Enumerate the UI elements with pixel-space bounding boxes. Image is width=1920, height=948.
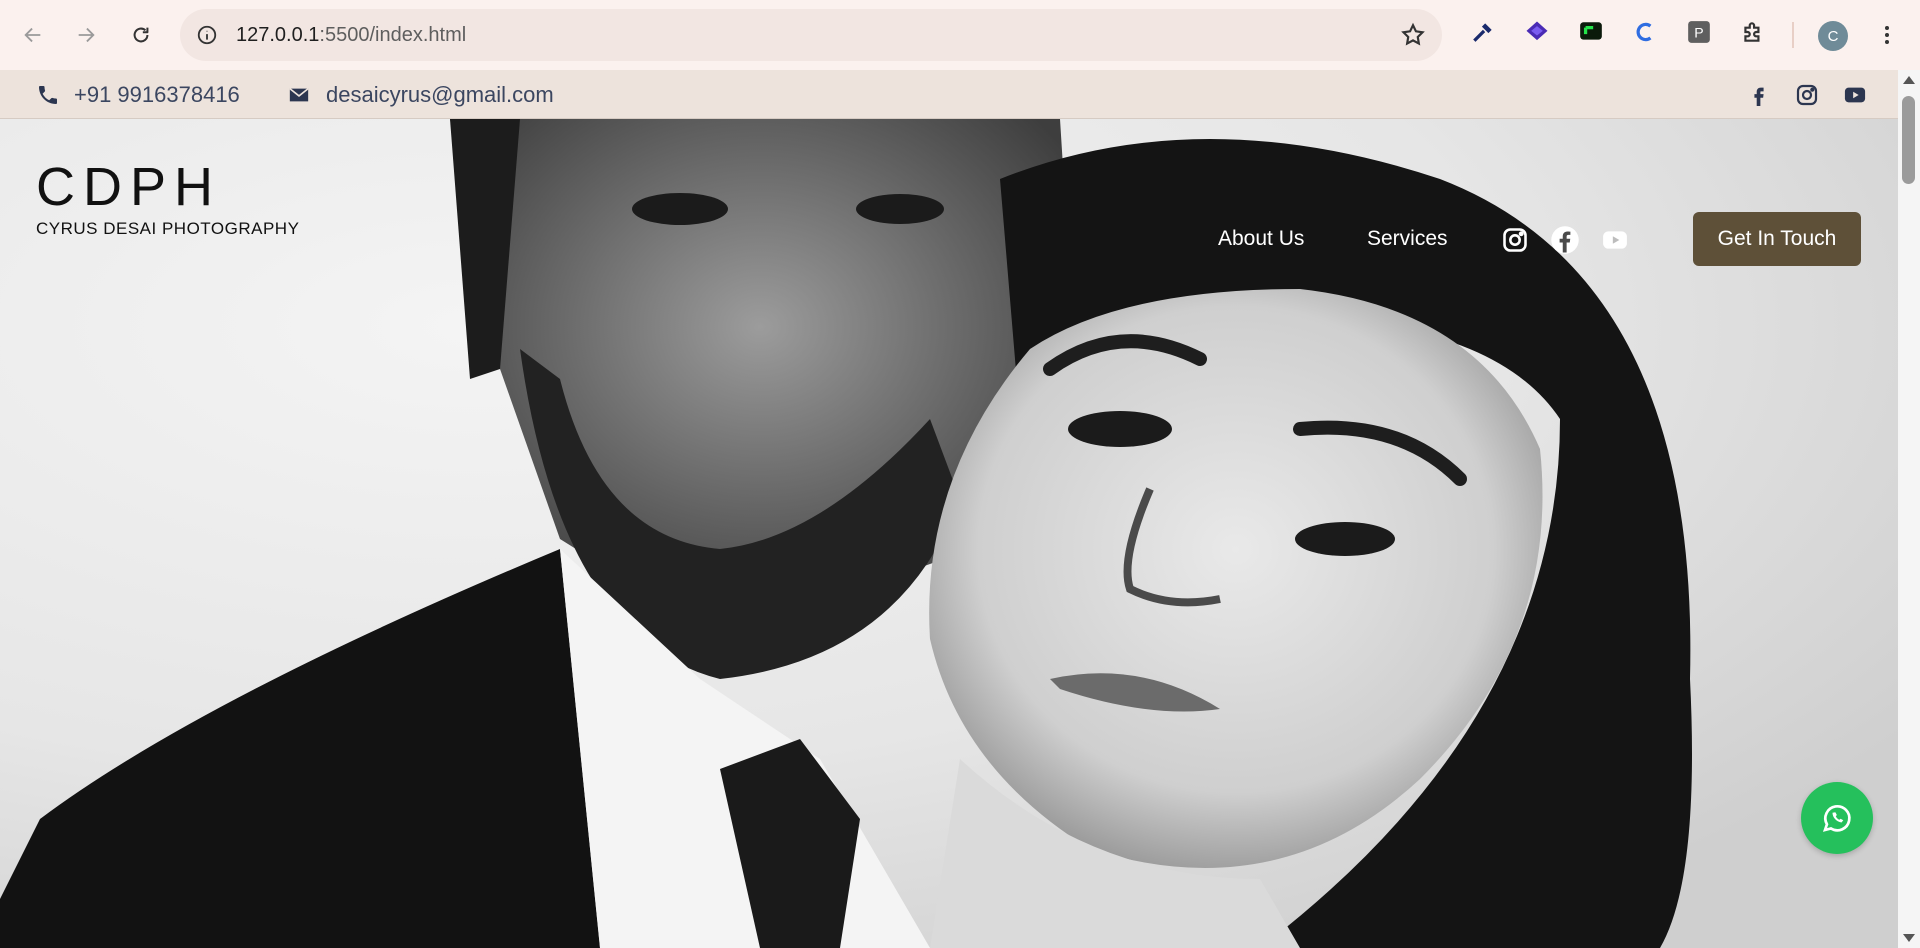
toolbar-divider xyxy=(1792,22,1794,48)
phone-icon xyxy=(39,86,57,104)
topbar-social-links xyxy=(1746,82,1868,108)
c-extension-icon[interactable] xyxy=(1630,17,1660,47)
address-bar[interactable]: 127.0.0.1:5500/index.html xyxy=(180,9,1442,61)
bookmark-star-icon[interactable] xyxy=(1400,22,1426,48)
get-in-touch-button[interactable]: Get In Touch xyxy=(1693,212,1861,266)
page-scrollbar[interactable] xyxy=(1898,70,1920,948)
reload-button[interactable] xyxy=(121,15,161,55)
phone-text: +91 9916378416 xyxy=(74,82,240,107)
contact-topbar: +91 9916378416 desaicyrus@gmail.com xyxy=(0,70,1898,119)
facebook-icon[interactable] xyxy=(1746,82,1772,108)
eyedropper-extension-icon[interactable] xyxy=(1468,17,1498,47)
nav-link-services[interactable]: Services xyxy=(1367,227,1448,251)
scrollbar-thumb[interactable] xyxy=(1902,96,1915,184)
arrow-left-icon xyxy=(24,27,41,43)
whatsapp-icon xyxy=(1822,804,1851,832)
chat-extension-icon[interactable] xyxy=(1576,17,1606,47)
envelope-icon xyxy=(289,87,309,102)
instagram-icon[interactable] xyxy=(1794,82,1820,108)
youtube-icon[interactable] xyxy=(1842,82,1868,108)
page-viewport: +91 9916378416 desaicyrus@gmail.com CDPH… xyxy=(0,70,1898,948)
p-extension-icon[interactable]: P xyxy=(1684,17,1714,47)
layers-extension-icon[interactable] xyxy=(1522,17,1552,47)
scroll-up-arrow-icon[interactable] xyxy=(1903,76,1915,84)
email-text: desaicyrus@gmail.com xyxy=(326,82,554,107)
url-text: 127.0.0.1:5500/index.html xyxy=(236,24,467,46)
topbar-phone[interactable]: +91 9916378416 xyxy=(36,82,240,108)
puzzle-extensions-icon[interactable] xyxy=(1738,17,1768,47)
youtube-icon[interactable] xyxy=(1600,225,1630,255)
svg-text:P: P xyxy=(1694,24,1703,40)
topbar-email[interactable]: desaicyrus@gmail.com xyxy=(286,82,554,108)
facebook-icon[interactable] xyxy=(1550,225,1580,255)
profile-avatar[interactable]: C xyxy=(1818,21,1848,51)
site-info-icon[interactable] xyxy=(194,22,220,48)
scroll-down-arrow-icon[interactable] xyxy=(1903,934,1915,942)
logo-subtitle: CYRUS DESAI PHOTOGRAPHY xyxy=(36,219,300,238)
arrow-right-icon xyxy=(78,27,95,43)
instagram-icon[interactable] xyxy=(1500,225,1530,255)
whatsapp-float-button[interactable] xyxy=(1801,782,1873,854)
site-logo[interactable]: CDPH CYRUS DESAI PHOTOGRAPHY xyxy=(36,159,299,239)
back-button[interactable] xyxy=(13,15,53,55)
browser-toolbar: 127.0.0.1:5500/index.html P C xyxy=(0,0,1920,70)
reload-icon xyxy=(133,27,149,43)
forward-button[interactable] xyxy=(66,15,106,55)
hero-section: CDPH CYRUS DESAI PHOTOGRAPHY About Us Se… xyxy=(0,119,1898,948)
nav-link-about[interactable]: About Us xyxy=(1218,227,1304,251)
logo-title: CDPH xyxy=(36,157,222,217)
browser-menu-icon[interactable] xyxy=(1872,19,1902,51)
